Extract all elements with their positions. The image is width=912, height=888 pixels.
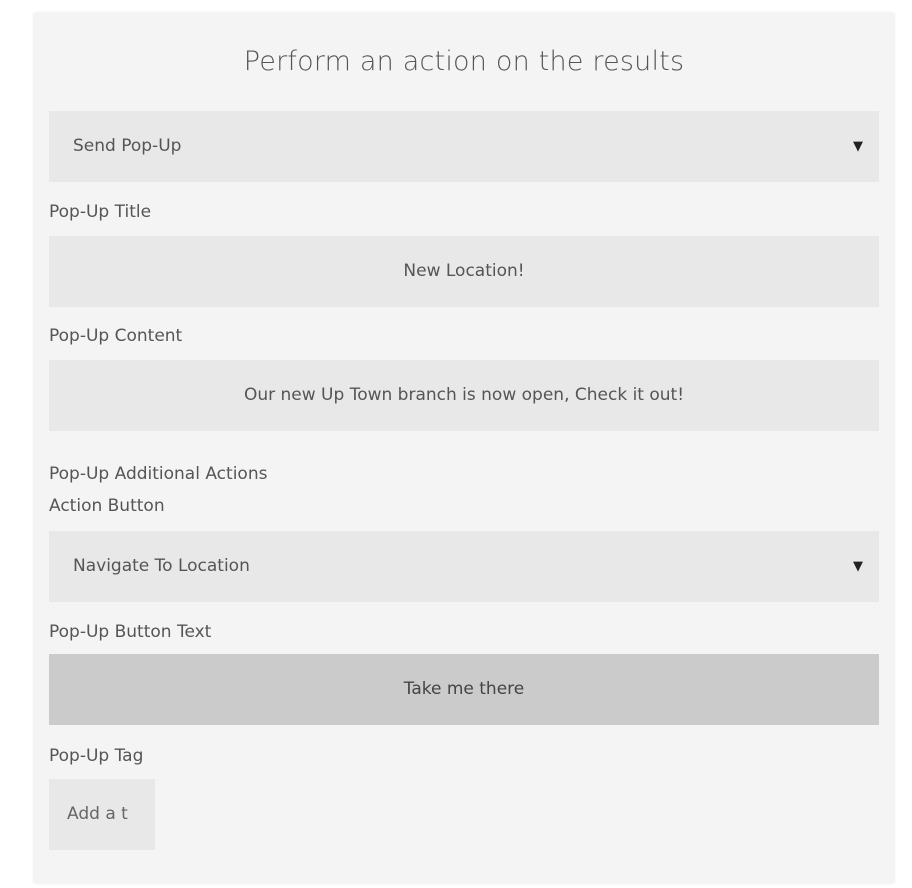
action-panel: Perform an action on the results Send Po… bbox=[33, 12, 895, 884]
additional-actions-label: Pop-Up Additional Actions bbox=[49, 464, 268, 484]
action-button-select[interactable]: Navigate To Location ▼ bbox=[49, 531, 879, 602]
popup-title-input[interactable]: New Location! bbox=[49, 236, 879, 307]
caret-down-icon: ▼ bbox=[853, 139, 863, 154]
popup-content-label: Pop-Up Content bbox=[49, 326, 183, 346]
popup-tag-label: Pop-Up Tag bbox=[49, 746, 144, 766]
action-button-select-value: Navigate To Location bbox=[73, 556, 250, 576]
action-button-label: Action Button bbox=[49, 496, 165, 516]
popup-title-label: Pop-Up Title bbox=[49, 202, 152, 222]
action-select-value: Send Pop-Up bbox=[73, 136, 182, 156]
panel-title: Perform an action on the results bbox=[243, 46, 685, 77]
button-text-label: Pop-Up Button Text bbox=[49, 622, 212, 642]
popup-content-input[interactable]: Our new Up Town branch is now open, Chec… bbox=[49, 360, 879, 431]
caret-down-icon: ▼ bbox=[853, 559, 863, 574]
popup-tag-input[interactable]: Add a t bbox=[49, 779, 155, 850]
action-select[interactable]: Send Pop-Up ▼ bbox=[49, 111, 879, 182]
button-text-input[interactable]: Take me there bbox=[49, 654, 879, 725]
